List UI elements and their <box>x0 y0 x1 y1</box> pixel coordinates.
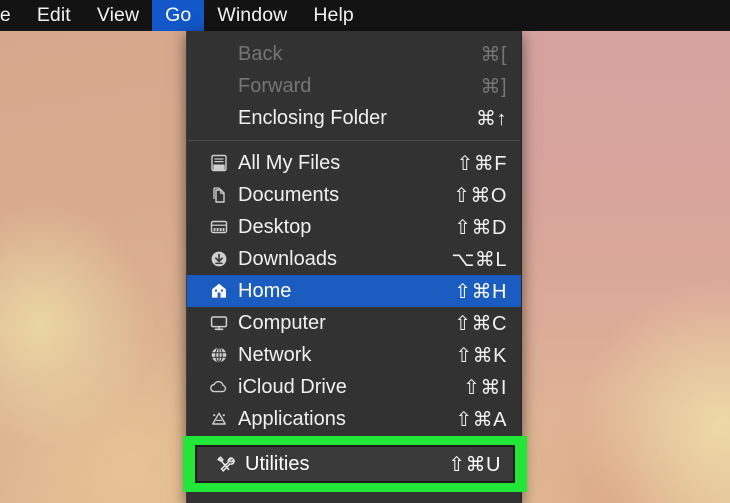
screen-root: ile Edit View Go Window Help Back ⌘[ For… <box>0 0 730 503</box>
desktop-wallpaper-right <box>520 26 730 503</box>
menu-item-applications-label: Applications <box>238 407 346 430</box>
menubar-item-edit-label: Edit <box>36 4 71 26</box>
menubar-item-window[interactable]: Window <box>204 0 300 31</box>
menu-item-all-my-files-shortcut: ⇧⌘F <box>456 152 507 175</box>
menu-item-all-my-files-label: All My Files <box>238 151 341 174</box>
menu-item-forward-shortcut: ⌘] <box>480 75 507 98</box>
menu-item-downloads-shortcut: ⌥⌘L <box>451 248 507 271</box>
menu-item-icloud-drive[interactable]: iCloud Drive ⇧⌘I <box>187 371 521 403</box>
menu-separator <box>188 140 520 141</box>
desktop-wallpaper-left <box>0 26 186 503</box>
menu-item-desktop-shortcut: ⇧⌘D <box>454 216 507 239</box>
network-icon <box>206 344 232 366</box>
menu-item-enclosing-folder-label: Enclosing Folder <box>238 106 387 129</box>
annotation-highlight-box: Utilities ⇧⌘U <box>183 436 527 492</box>
menubar-item-help-label: Help <box>313 4 354 26</box>
downloads-icon <box>206 248 232 270</box>
menu-item-computer[interactable]: Computer ⇧⌘C <box>187 307 521 339</box>
menu-item-forward[interactable]: Forward ⌘] <box>187 70 521 102</box>
menu-item-icloud-drive-label: iCloud Drive <box>238 375 347 398</box>
menu-item-all-my-files[interactable]: All My Files ⇧⌘F <box>187 147 521 179</box>
menu-item-documents-shortcut: ⇧⌘O <box>453 184 507 207</box>
menubar-item-view-label: View <box>96 4 140 26</box>
menubar-item-file[interactable]: ile <box>0 0 24 31</box>
home-icon <box>206 280 232 302</box>
menu-item-network-label: Network <box>238 343 312 366</box>
menu-item-network-shortcut: ⇧⌘K <box>455 344 507 367</box>
menu-item-desktop[interactable]: Desktop ⇧⌘D <box>187 211 521 243</box>
menu-item-applications[interactable]: Applications ⇧⌘A <box>187 403 521 435</box>
computer-icon <box>206 312 232 334</box>
menu-item-documents[interactable]: Documents ⇧⌘O <box>187 179 521 211</box>
menu-item-applications-shortcut: ⇧⌘A <box>455 408 507 431</box>
menu-item-home-label: Home <box>238 279 292 302</box>
menubar-item-window-label: Window <box>217 4 288 26</box>
menu-item-enclosing-folder[interactable]: Enclosing Folder ⌘↑ <box>187 102 521 134</box>
menu-item-computer-shortcut: ⇧⌘C <box>454 312 507 335</box>
annotation-utilities-shortcut: ⇧⌘U <box>448 453 501 476</box>
menubar-item-help[interactable]: Help <box>300 0 367 31</box>
menubar-item-go-label: Go <box>165 4 192 26</box>
menu-item-desktop-label: Desktop <box>238 215 312 238</box>
menu-item-back[interactable]: Back ⌘[ <box>187 38 521 70</box>
menu-item-icloud-drive-shortcut: ⇧⌘I <box>463 376 507 399</box>
menubar-item-go[interactable]: Go <box>152 0 205 31</box>
menubar-item-edit[interactable]: Edit <box>24 0 84 31</box>
menubar-item-view[interactable]: View <box>84 0 152 31</box>
menu-item-home[interactable]: Home ⇧⌘H <box>187 275 521 307</box>
menu-item-forward-label: Forward <box>238 74 312 97</box>
menu-item-home-shortcut: ⇧⌘H <box>454 280 507 303</box>
go-dropdown-menu: Back ⌘[ Forward ⌘] Enclosing Folder ⌘↑ A… <box>186 31 522 503</box>
applications-icon <box>206 408 232 430</box>
icloud-icon <box>206 376 232 398</box>
menu-item-network[interactable]: Network ⇧⌘K <box>187 339 521 371</box>
documents-icon <box>206 184 232 206</box>
menu-item-documents-label: Documents <box>238 183 340 206</box>
menu-item-downloads[interactable]: Downloads ⌥⌘L <box>187 243 521 275</box>
menu-item-enclosing-folder-shortcut: ⌘↑ <box>476 107 507 130</box>
desktop-icon <box>206 216 232 238</box>
annotation-utilities-row[interactable]: Utilities ⇧⌘U <box>195 445 515 483</box>
menu-item-back-shortcut: ⌘[ <box>480 43 507 66</box>
utilities-icon <box>213 453 239 475</box>
menu-bar: ile Edit View Go Window Help <box>0 0 730 31</box>
menu-item-computer-label: Computer <box>238 311 326 334</box>
menu-item-back-label: Back <box>238 42 283 65</box>
annotation-utilities-label: Utilities <box>245 452 310 475</box>
menu-item-downloads-label: Downloads <box>238 247 337 270</box>
all-my-files-icon <box>206 152 232 174</box>
menubar-item-file-label: ile <box>0 4 11 26</box>
